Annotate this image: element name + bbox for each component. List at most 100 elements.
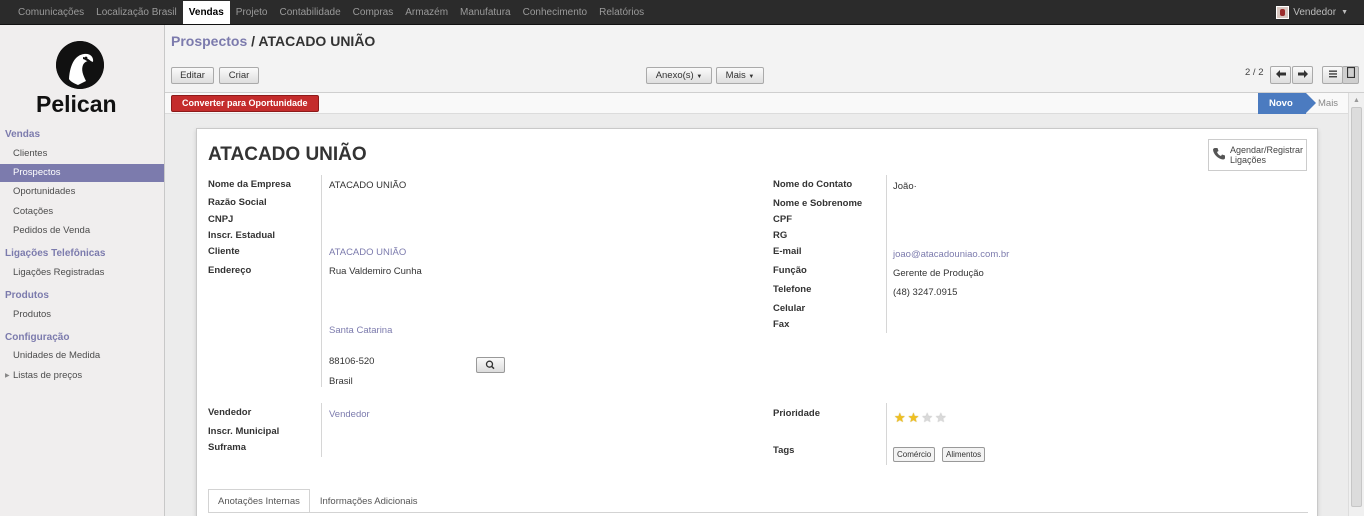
scrollbar-thumb[interactable] xyxy=(1351,107,1362,507)
schedule-call-label-1: Agendar/Registrar xyxy=(1230,145,1304,155)
tab-informacoes-adicionais[interactable]: Informações Adicionais xyxy=(310,489,428,513)
sidebar-section-configuracao: Configuração xyxy=(5,332,70,343)
tab-divider xyxy=(208,512,1308,513)
top-menu-projeto[interactable]: Projeto xyxy=(230,0,274,25)
pelican-logo-icon xyxy=(56,41,104,89)
tag-comercio[interactable]: Comércio xyxy=(893,447,936,462)
top-menu-localizacao-brasil[interactable]: Localização Brasil xyxy=(90,0,183,25)
priority-stars[interactable]: ★ ★ ★ ★ xyxy=(894,411,947,425)
label-legal-name: Razão Social xyxy=(208,197,267,208)
top-menu-manufatura[interactable]: Manufatura xyxy=(454,0,517,25)
schedule-call-label-2: Ligações xyxy=(1230,155,1267,165)
control-panel: Prospectos / ATACADO UNIÃO Editar Criar … xyxy=(165,25,1364,93)
scrollbar[interactable]: ▲ xyxy=(1348,93,1364,516)
avatar xyxy=(1276,6,1290,19)
list-view-icon[interactable] xyxy=(1322,66,1343,84)
sidebar: Pelican Vendas Clientes Prospectos Oport… xyxy=(0,25,165,516)
more-dropdown[interactable]: Mais ▼ xyxy=(716,67,764,84)
label-phone: Telefone xyxy=(773,284,812,295)
breadcrumb-parent-link[interactable]: Prospectos xyxy=(171,33,247,49)
function-value: Gerente de Produção xyxy=(893,268,984,279)
label-fax: Fax xyxy=(773,319,790,330)
label-salesperson: Vendedor xyxy=(208,407,252,418)
user-name: Vendedor xyxy=(1293,7,1337,18)
scroll-up-icon[interactable]: ▲ xyxy=(1353,97,1360,104)
label-contact: Nome do Contato xyxy=(773,179,853,190)
label-cpf: CPF xyxy=(773,214,792,225)
tag-alimentos[interactable]: Alimentos xyxy=(942,447,986,462)
sidebar-item-produtos[interactable]: Produtos xyxy=(0,306,164,324)
caret-right-icon: ▶ xyxy=(5,373,10,379)
top-menu-vendas[interactable]: Vendas xyxy=(182,1,230,24)
label-cnpj: CNPJ xyxy=(208,214,234,225)
sidebar-item-cotacoes[interactable]: Cotações xyxy=(0,203,164,221)
sidebar-section-ligacoes: Ligações Telefônicas xyxy=(5,248,106,259)
search-icon[interactable] xyxy=(476,357,505,373)
sidebar-item-unidades-de-medida[interactable]: Unidades de Medida xyxy=(0,347,164,365)
phone-icon xyxy=(1213,147,1225,161)
form-content: ATACADO UNIÃO Agendar/Registrar Ligações… xyxy=(165,114,1348,516)
label-state-reg: Inscr. Estadual xyxy=(208,230,276,241)
top-menu-compras[interactable]: Compras xyxy=(347,0,400,25)
star-empty-icon[interactable]: ★ xyxy=(921,411,933,425)
status-bar: Converter para Oportunidade Novo Mais xyxy=(165,93,1348,114)
label-priority: Prioridade xyxy=(773,408,820,419)
label-customer: Cliente xyxy=(208,246,240,257)
label-email: E-mail xyxy=(773,246,802,257)
label-company: Nome da Empresa xyxy=(208,179,291,190)
top-menu-contabilidade[interactable]: Contabilidade xyxy=(273,0,346,25)
stage-novo[interactable]: Novo xyxy=(1258,93,1316,114)
form-view-icon[interactable] xyxy=(1342,66,1359,84)
convert-to-opportunity-button[interactable]: Converter para Oportunidade xyxy=(171,95,319,112)
label-function: Função xyxy=(773,265,807,276)
label-suframa: Suframa xyxy=(208,442,247,453)
label-rg: RG xyxy=(773,230,788,241)
sidebar-item-oportunidades[interactable]: Oportunidades xyxy=(0,183,164,201)
top-bar: Comunicações Localização Brasil Vendas P… xyxy=(0,0,1364,25)
sidebar-item-listas-de-precos[interactable]: ▶ Listas de preços xyxy=(0,367,164,385)
company-logo[interactable]: Pelican xyxy=(32,41,132,119)
arrow-right-icon[interactable] xyxy=(1292,66,1313,84)
contact-value: João· xyxy=(893,181,917,192)
user-menu[interactable]: Vendedor ▼ xyxy=(1276,0,1348,25)
tab-anotacoes-internas[interactable]: Anotações Internas xyxy=(208,489,310,513)
more-label: Mais xyxy=(725,70,746,81)
top-menu: Comunicações Localização Brasil Vendas P… xyxy=(12,0,650,25)
edit-button[interactable]: Editar xyxy=(171,67,214,84)
company-value: ATACADO UNIÃO xyxy=(329,180,407,191)
sidebar-item-clientes[interactable]: Clientes xyxy=(0,145,164,163)
breadcrumb: Prospectos / ATACADO UNIÃO xyxy=(171,33,375,49)
email-link[interactable]: joao@atacadouniao.com.br xyxy=(893,249,1009,260)
notebook-tabs: Anotações Internas Informações Adicionai… xyxy=(208,489,428,513)
arrow-left-icon[interactable] xyxy=(1270,66,1291,84)
sidebar-item-prospectos[interactable]: Prospectos xyxy=(0,164,164,182)
salesperson-link[interactable]: Vendedor xyxy=(329,409,370,420)
label-address: Endereço xyxy=(208,265,252,276)
customer-link[interactable]: ATACADO UNIÃO xyxy=(329,247,406,258)
state-link[interactable]: Santa Catarina xyxy=(329,325,392,336)
top-menu-armazem[interactable]: Armazém xyxy=(399,0,454,25)
sidebar-section-vendas: Vendas xyxy=(5,129,41,140)
top-menu-conhecimento[interactable]: Conhecimento xyxy=(517,0,593,25)
breadcrumb-separator: / xyxy=(247,33,259,49)
logo-text: Pelican xyxy=(36,91,117,117)
top-menu-comunicacoes[interactable]: Comunicações xyxy=(12,0,90,25)
sidebar-item-pedidos-de-venda[interactable]: Pedidos de Venda xyxy=(0,222,164,240)
schedule-call-button[interactable]: Agendar/Registrar Ligações xyxy=(1208,139,1307,171)
top-menu-relatorios[interactable]: Relatórios xyxy=(593,0,650,25)
sidebar-item-label: Listas de preços xyxy=(13,370,83,381)
form-sheet: ATACADO UNIÃO Agendar/Registrar Ligações… xyxy=(196,128,1318,516)
label-full-name: Nome e Sobrenome xyxy=(773,198,863,209)
attachments-dropdown[interactable]: Anexo(s) ▼ xyxy=(646,67,712,84)
star-filled-icon[interactable]: ★ xyxy=(894,411,906,425)
star-filled-icon[interactable]: ★ xyxy=(908,411,920,425)
chevron-down-icon: ▼ xyxy=(1341,9,1348,16)
sidebar-section-produtos: Produtos xyxy=(5,290,49,301)
stage-more[interactable]: Mais xyxy=(1318,93,1338,114)
sidebar-item-ligacoes-registradas[interactable]: Ligações Registradas xyxy=(0,264,164,282)
street-value: Rua Valdemiro Cunha xyxy=(329,266,422,277)
phone-value: (48) 3247.0915 xyxy=(893,287,958,298)
create-button[interactable]: Criar xyxy=(219,67,259,84)
star-empty-icon[interactable]: ★ xyxy=(935,411,947,425)
field-separator xyxy=(321,175,322,387)
